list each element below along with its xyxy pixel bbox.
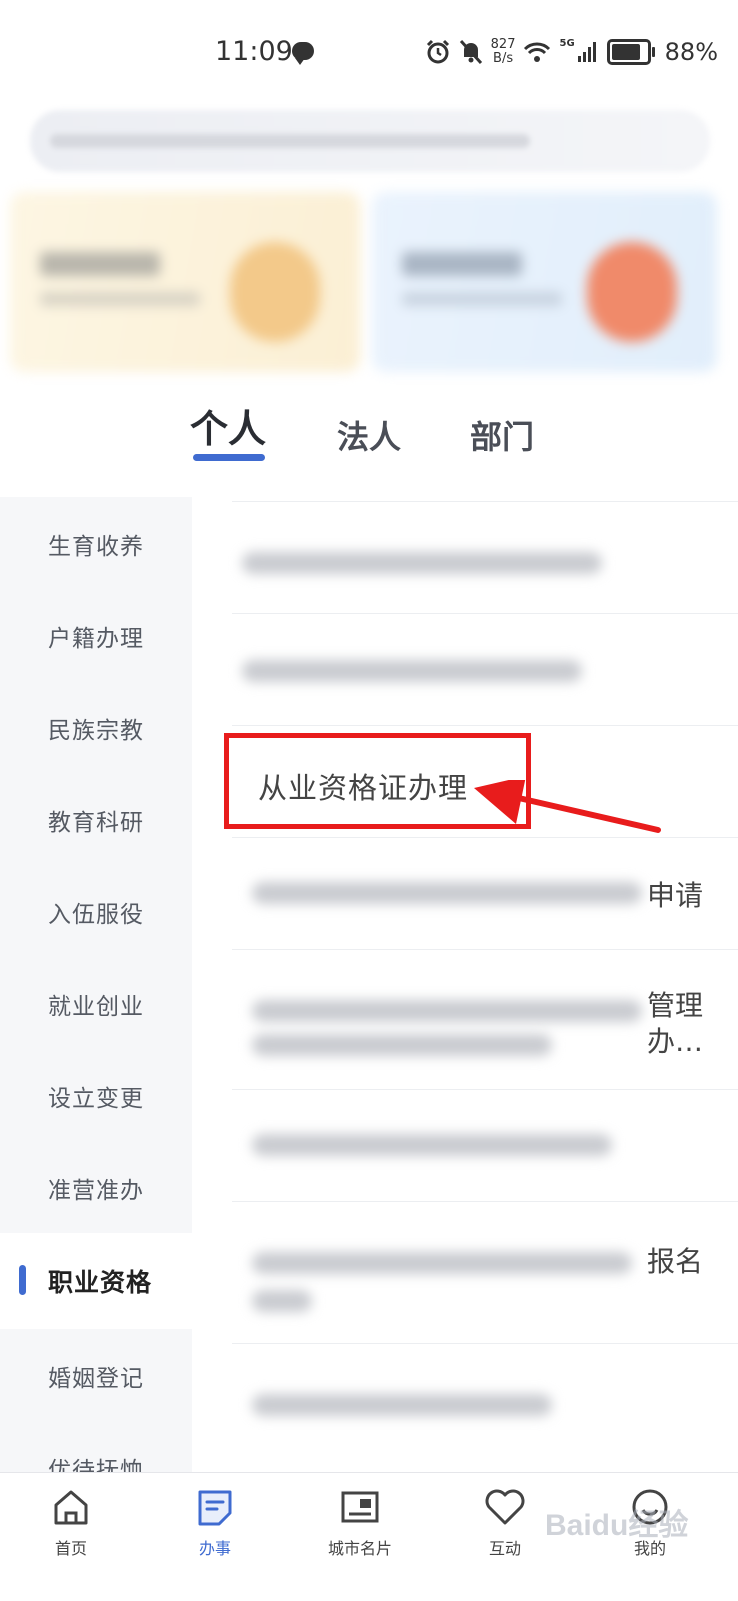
- status-bar: 11:09 827 B/s 5G 88%: [0, 0, 738, 100]
- category-sidebar: 生育收养 户籍办理 民族宗教 教育科研 入伍服役 就业创业 设立变更 准营准办 …: [0, 497, 192, 1472]
- sidebar-item-military[interactable]: 入伍服役: [0, 865, 192, 957]
- speed-unit: B/s: [493, 51, 514, 66]
- sidebar-item-education[interactable]: 教育科研: [0, 773, 192, 865]
- sidebar-item-label: 就业创业: [48, 994, 144, 1020]
- nav-label: 首页: [54, 1539, 87, 1558]
- speed-value: 827: [490, 37, 516, 52]
- sidebar-item-ethnic-religion[interactable]: 民族宗教: [0, 681, 192, 773]
- annotation-arrow-icon: [474, 780, 661, 833]
- sidebar-item-label: 准营准办: [48, 1178, 144, 1204]
- sidebar-item-marriage[interactable]: 婚姻登记: [0, 1329, 192, 1421]
- list-item[interactable]: [232, 1089, 738, 1202]
- tab-department[interactable]: 部门: [470, 412, 534, 458]
- sidebar-item-preferential-care[interactable]: 优待抚恤: [0, 1421, 192, 1472]
- wifi-icon: [524, 42, 551, 62]
- sidebar-item-establishment[interactable]: 设立变更: [0, 1049, 192, 1141]
- nav-label: 城市名片: [327, 1539, 392, 1558]
- nav-city-card[interactable]: 城市名片: [300, 1487, 420, 1559]
- status-time: 11:09: [215, 36, 293, 67]
- city-card-icon: [341, 1491, 379, 1523]
- list-item[interactable]: [232, 501, 738, 614]
- sidebar-item-label: 优待抚恤: [48, 1458, 144, 1472]
- promo-banner-left[interactable]: [10, 192, 360, 372]
- active-tab-indicator: [193, 454, 265, 461]
- list-item-fragment: 报名: [647, 1245, 704, 1278]
- list-item-fragment: 申请: [647, 879, 704, 912]
- promo-banner-right[interactable]: [372, 192, 717, 372]
- status-icons: 827 B/s 5G 88%: [425, 38, 718, 66]
- mute-icon: [459, 39, 482, 65]
- list-item-fragment: 办…: [647, 1025, 704, 1058]
- chat-icon: [292, 42, 314, 65]
- sidebar-item-label: 职业资格: [48, 1268, 153, 1297]
- sidebar-item-label: 婚姻登记: [48, 1366, 144, 1392]
- alarm-icon: [426, 39, 449, 64]
- sidebar-item-label: 户籍办理: [48, 626, 144, 652]
- baidu-watermark: Baidu经验: [545, 1509, 689, 1542]
- signal-icon: [577, 42, 596, 62]
- sidebar-item-label: 设立变更: [48, 1086, 144, 1112]
- battery-percent: 88%: [664, 38, 718, 66]
- network-type: 5G: [559, 38, 575, 49]
- sidebar-item-label: 生育收养: [48, 534, 144, 560]
- service-list: [192, 497, 738, 1472]
- sidebar-item-employment[interactable]: 就业创业: [0, 957, 192, 1049]
- heart-icon: [485, 1489, 525, 1525]
- sidebar-item-professional-qualification[interactable]: 职业资格: [0, 1233, 192, 1329]
- sidebar-item-birth-adoption[interactable]: 生育收养: [0, 497, 192, 589]
- list-item[interactable]: [232, 1343, 738, 1456]
- list-item-fragment: 管理: [647, 989, 704, 1022]
- search-bar[interactable]: [30, 110, 710, 172]
- nav-home[interactable]: 首页: [11, 1487, 131, 1559]
- service-icon: [198, 1490, 232, 1526]
- home-icon: [54, 1490, 88, 1525]
- nav-services[interactable]: 办事: [155, 1487, 275, 1559]
- sidebar-item-label: 民族宗教: [48, 718, 144, 744]
- nav-label: 办事: [198, 1539, 231, 1558]
- network-speed: 827 B/s: [491, 38, 516, 66]
- category-tabs: 个人 法人 部门: [0, 398, 738, 468]
- sidebar-item-label: 教育科研: [48, 810, 144, 836]
- active-sidebar-indicator: [19, 1265, 26, 1295]
- sidebar-item-business-permit[interactable]: 准营准办: [0, 1141, 192, 1233]
- list-item[interactable]: [232, 613, 738, 726]
- tab-legal-person[interactable]: 法人: [337, 412, 401, 458]
- sidebar-item-label: 入伍服役: [48, 902, 144, 928]
- tab-personal[interactable]: 个人: [190, 398, 266, 453]
- battery-icon: [606, 39, 655, 65]
- sidebar-item-household[interactable]: 户籍办理: [0, 589, 192, 681]
